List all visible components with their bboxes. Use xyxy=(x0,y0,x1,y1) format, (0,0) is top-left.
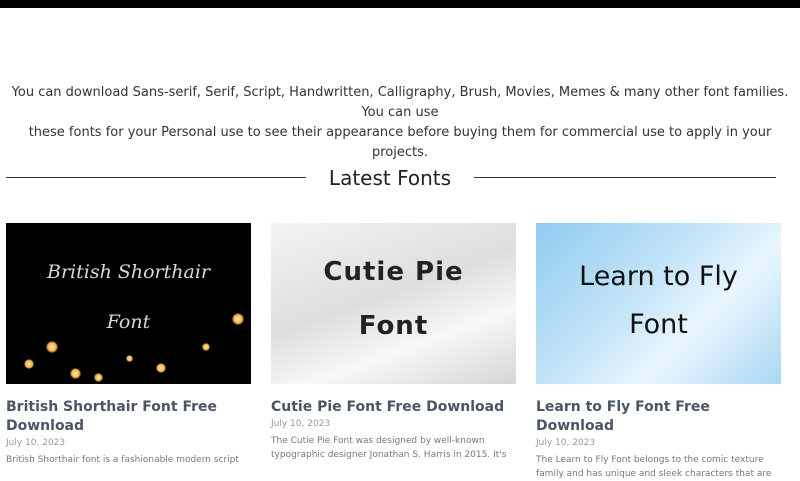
thumbnail-text: Font xyxy=(629,309,688,340)
bokeh-light xyxy=(202,343,210,351)
bokeh-light xyxy=(46,341,58,353)
thumbnail-text: Font xyxy=(106,311,151,333)
bokeh-light xyxy=(70,368,81,379)
thumbnail-text: British Shorthair xyxy=(47,261,210,283)
intro-line-2: these fonts for your Personal use to see… xyxy=(28,125,772,160)
bokeh-light xyxy=(126,355,133,362)
thumbnail-text: Font xyxy=(358,311,429,341)
card-title[interactable]: Learn to Fly Font Free Download xyxy=(536,398,781,436)
section-title: Latest Fonts xyxy=(328,166,452,190)
bokeh-light xyxy=(232,313,244,325)
bokeh-light xyxy=(94,373,103,382)
thumbnail-text: Learn to Fly xyxy=(579,261,738,292)
font-thumbnail[interactable]: Cutie Pie Font xyxy=(271,223,516,384)
card-excerpt: British Shorthair font is a fashionable … xyxy=(6,455,239,465)
bokeh-light xyxy=(156,363,166,373)
font-thumbnail[interactable]: Learn to Fly Font xyxy=(536,223,781,384)
card-excerpt: The Cutie Pie Font was designed by well-… xyxy=(271,436,507,460)
card-date: July 10, 2023 xyxy=(536,438,596,448)
divider-right xyxy=(474,177,776,178)
card-date: July 10, 2023 xyxy=(6,438,66,448)
card-excerpt: The Learn to Fly Font belongs to the com… xyxy=(536,455,772,479)
thumbnail-text: Cutie Pie xyxy=(323,257,464,287)
divider-left xyxy=(6,177,306,178)
intro-line-1: You can download Sans-serif, Serif, Scri… xyxy=(11,85,789,120)
font-card[interactable]: British Shorthair Font British Shorthair… xyxy=(6,223,251,467)
card-date: July 10, 2023 xyxy=(271,419,331,429)
font-thumbnail[interactable]: British Shorthair Font xyxy=(6,223,251,384)
font-card[interactable]: Learn to Fly Font Learn to Fly Font Free… xyxy=(536,223,781,481)
latest-fonts-header: Latest Fonts xyxy=(0,163,800,193)
card-title[interactable]: British Shorthair Font Free Download xyxy=(6,398,251,436)
top-bar xyxy=(0,0,800,8)
intro-text: You can download Sans-serif, Serif, Scri… xyxy=(0,83,800,163)
card-title[interactable]: Cutie Pie Font Free Download xyxy=(271,398,516,417)
bokeh-light xyxy=(24,359,34,369)
font-card[interactable]: Cutie Pie Font Cutie Pie Font Free Downl… xyxy=(271,223,516,462)
